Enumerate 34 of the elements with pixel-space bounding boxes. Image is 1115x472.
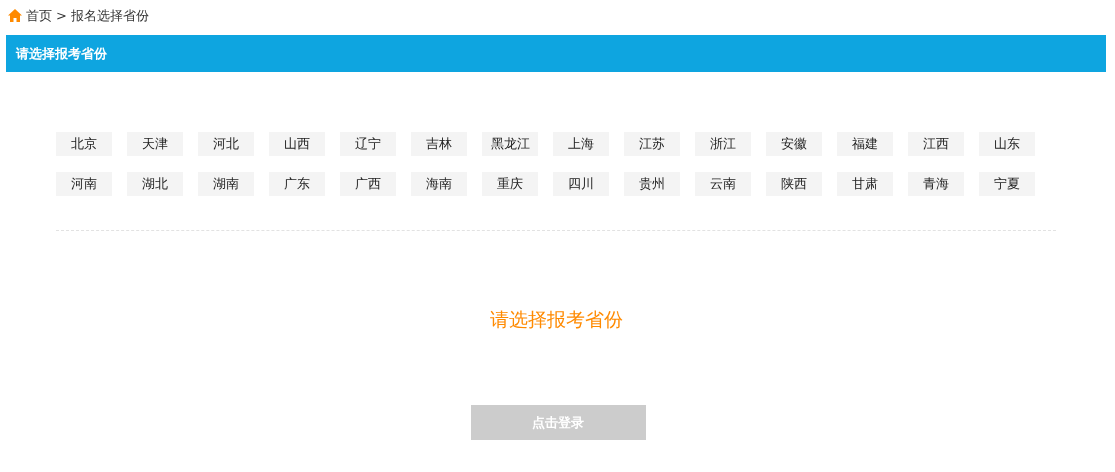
breadcrumb-link[interactable]: 报名选择省份	[70, 6, 149, 25]
province-button[interactable]: 浙江	[695, 132, 751, 156]
province-button[interactable]: 上海	[553, 132, 609, 156]
province-button[interactable]: 贵州	[624, 172, 680, 196]
province-button[interactable]: 陕西	[766, 172, 822, 196]
province-button[interactable]: 四川	[553, 172, 609, 196]
province-button[interactable]: 青海	[908, 172, 964, 196]
province-button[interactable]: 甘肃	[837, 172, 893, 196]
province-button[interactable]: 云南	[695, 172, 751, 196]
province-button[interactable]: 山东	[979, 132, 1035, 156]
province-button[interactable]: 海南	[411, 172, 467, 196]
section-title: 请选择报考省份	[16, 44, 107, 63]
province-button[interactable]: 辽宁	[340, 132, 396, 156]
breadcrumb-separator: >	[56, 8, 67, 23]
province-button[interactable]: 广西	[340, 172, 396, 196]
home-icon	[8, 9, 22, 22]
province-button[interactable]: 江苏	[624, 132, 680, 156]
province-button[interactable]: 河南	[56, 172, 112, 196]
province-button[interactable]: 天津	[127, 132, 183, 156]
province-button[interactable]: 江西	[908, 132, 964, 156]
province-button[interactable]: 河北	[198, 132, 254, 156]
province-button[interactable]: 福建	[837, 132, 893, 156]
province-button[interactable]: 重庆	[482, 172, 538, 196]
province-button[interactable]: 黑龙江	[482, 132, 538, 156]
province-button[interactable]: 广东	[269, 172, 325, 196]
province-button[interactable]: 宁夏	[979, 172, 1035, 196]
province-button[interactable]: 湖北	[127, 172, 183, 196]
province-button[interactable]: 山西	[269, 132, 325, 156]
province-button[interactable]: 北京	[56, 132, 112, 156]
prompt-message: 请选择报考省份	[488, 307, 624, 332]
province-button[interactable]: 湖南	[198, 172, 254, 196]
province-button[interactable]: 吉林	[411, 132, 467, 156]
breadcrumb-link[interactable]: 首页	[26, 6, 52, 25]
province-button[interactable]: 安徽	[766, 132, 822, 156]
